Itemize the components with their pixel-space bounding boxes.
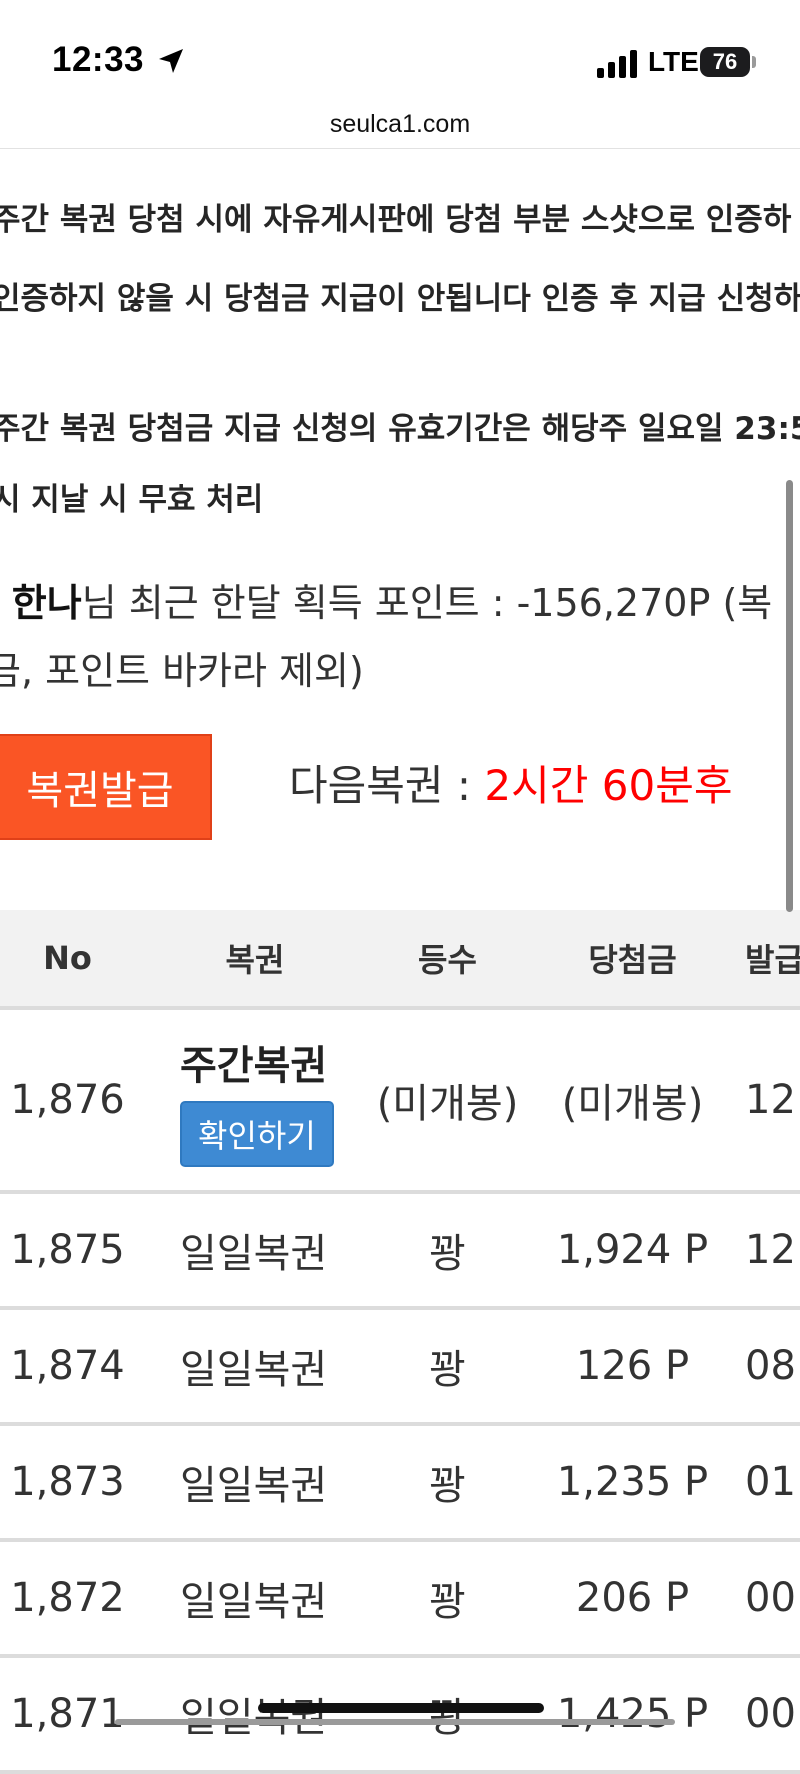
row-type: 주간복권 확인하기 [135,1010,375,1190]
header-rank: 등수 [418,941,477,979]
lottery-history-table: No 복권 등수 당첨금 발급 1,876 주간복권 확인하기 (미개봉) (미… [0,910,800,1774]
status-bar: 12:33 LTE 76 [0,0,800,100]
row-rank: 꽝 [429,1463,466,1509]
row-no: 1,874 [10,1343,125,1389]
status-time: 12:33 [52,40,145,79]
row-no: 1,873 [10,1459,125,1505]
row-type: 일일복권 [180,1579,328,1625]
points-prefix: - [0,581,12,625]
row-prize: 206 P [575,1575,690,1621]
address-bar[interactable]: seulca1.com [0,100,800,149]
row-date: 12: [745,1227,800,1273]
location-arrow-icon [156,46,186,76]
table-row: 1,876 주간복권 확인하기 (미개봉) (미개봉) 12: [0,1010,800,1194]
row-no: 1,872 [10,1575,125,1621]
network-type: LTE [648,46,699,77]
home-indicator[interactable] [258,1703,544,1713]
notice-line-3: 주간 복권 당첨금 지급 신청의 유효기간은 해당주 일요일 23:5 [0,411,800,447]
username: 한나 [11,581,82,625]
table-row: 1,872 일일복권 꽝 206 P 00 [0,1542,800,1658]
row-no: 1,875 [10,1227,125,1273]
url-text: seulca1.com [329,109,471,138]
cellular-signal-icon [597,50,641,78]
points-info-line-1: - 한나님 최근 한달 획득 포인트 : -156,270P (복 [0,572,772,627]
row-prize: 1,235 P [556,1459,709,1505]
row-type-label: 주간복권 [180,1043,328,1089]
row-rank: 꽝 [429,1347,466,1393]
header-prize: 당첨금 [588,941,677,979]
notice-line-2: 인증하지 않을 시 당첨금 지급이 안됩니다 인증 후 지급 신청하 [0,281,800,317]
row-rank: 꽝 [429,1231,466,1277]
row-date: 00 [745,1575,796,1621]
points-info-line-2: 금, 포인트 바카라 제외) [0,649,364,693]
row-type: 일일복권 [180,1231,328,1277]
table-row: 1,874 일일복권 꽝 126 P 08 [0,1310,800,1426]
row-prize: 1,425 P [556,1691,709,1737]
row-prize: 1,924 P [556,1227,709,1273]
table-row: 1,875 일일복권 꽝 1,924 P 12: [0,1194,800,1310]
next-lottery-info: 다음복권 : 2시간 60분후 [289,752,733,813]
row-type: 일일복권 [180,1695,328,1741]
row-date: 08 [745,1343,796,1389]
points-summary: 님 최근 한달 획득 포인트 : -156,270P (복 [81,581,773,625]
table-header: No 복권 등수 당첨금 발급 [0,910,800,1010]
header-no: No [43,939,92,977]
row-type: 일일복권 [180,1347,328,1393]
header-date: 발급 [745,941,800,979]
row-rank: (미개봉) [376,1081,519,1127]
notice-line-1: 주간 복권 당첨 시에 자유게시판에 당첨 부분 스샷으로 인증하 [0,202,792,238]
header-type: 복권 [225,941,285,979]
next-lottery-label: 다음복권 : [289,761,485,810]
row-rank: 꽝 [429,1579,466,1625]
vertical-scrollbar[interactable] [786,480,793,912]
battery-tip [752,56,756,68]
row-rank: 꽝 [429,1695,466,1741]
row-date: 01: [745,1459,800,1505]
row-type: 일일복권 [180,1463,328,1509]
notice-line-4: 시 지날 시 무효 처리 [0,482,264,518]
table-row: 1,873 일일복권 꽝 1,235 P 01: [0,1426,800,1542]
table-row: 1,871 일일복권 꽝 1,425 P 00 [0,1658,800,1774]
row-prize: 126 P [575,1343,690,1389]
check-ticket-button[interactable]: 확인하기 [180,1101,334,1167]
horizontal-scrollbar[interactable] [115,1719,675,1725]
next-lottery-countdown: 2시간 60분후 [484,761,733,810]
row-no: 1,876 [10,1077,125,1123]
row-date: 00 [745,1691,796,1737]
row-prize: (미개봉) [561,1081,704,1127]
row-no: 1,871 [10,1691,125,1737]
battery-icon: 76 [700,47,750,77]
issue-lottery-button[interactable]: 복권발급 [0,734,212,840]
row-date: 12: [745,1077,800,1123]
